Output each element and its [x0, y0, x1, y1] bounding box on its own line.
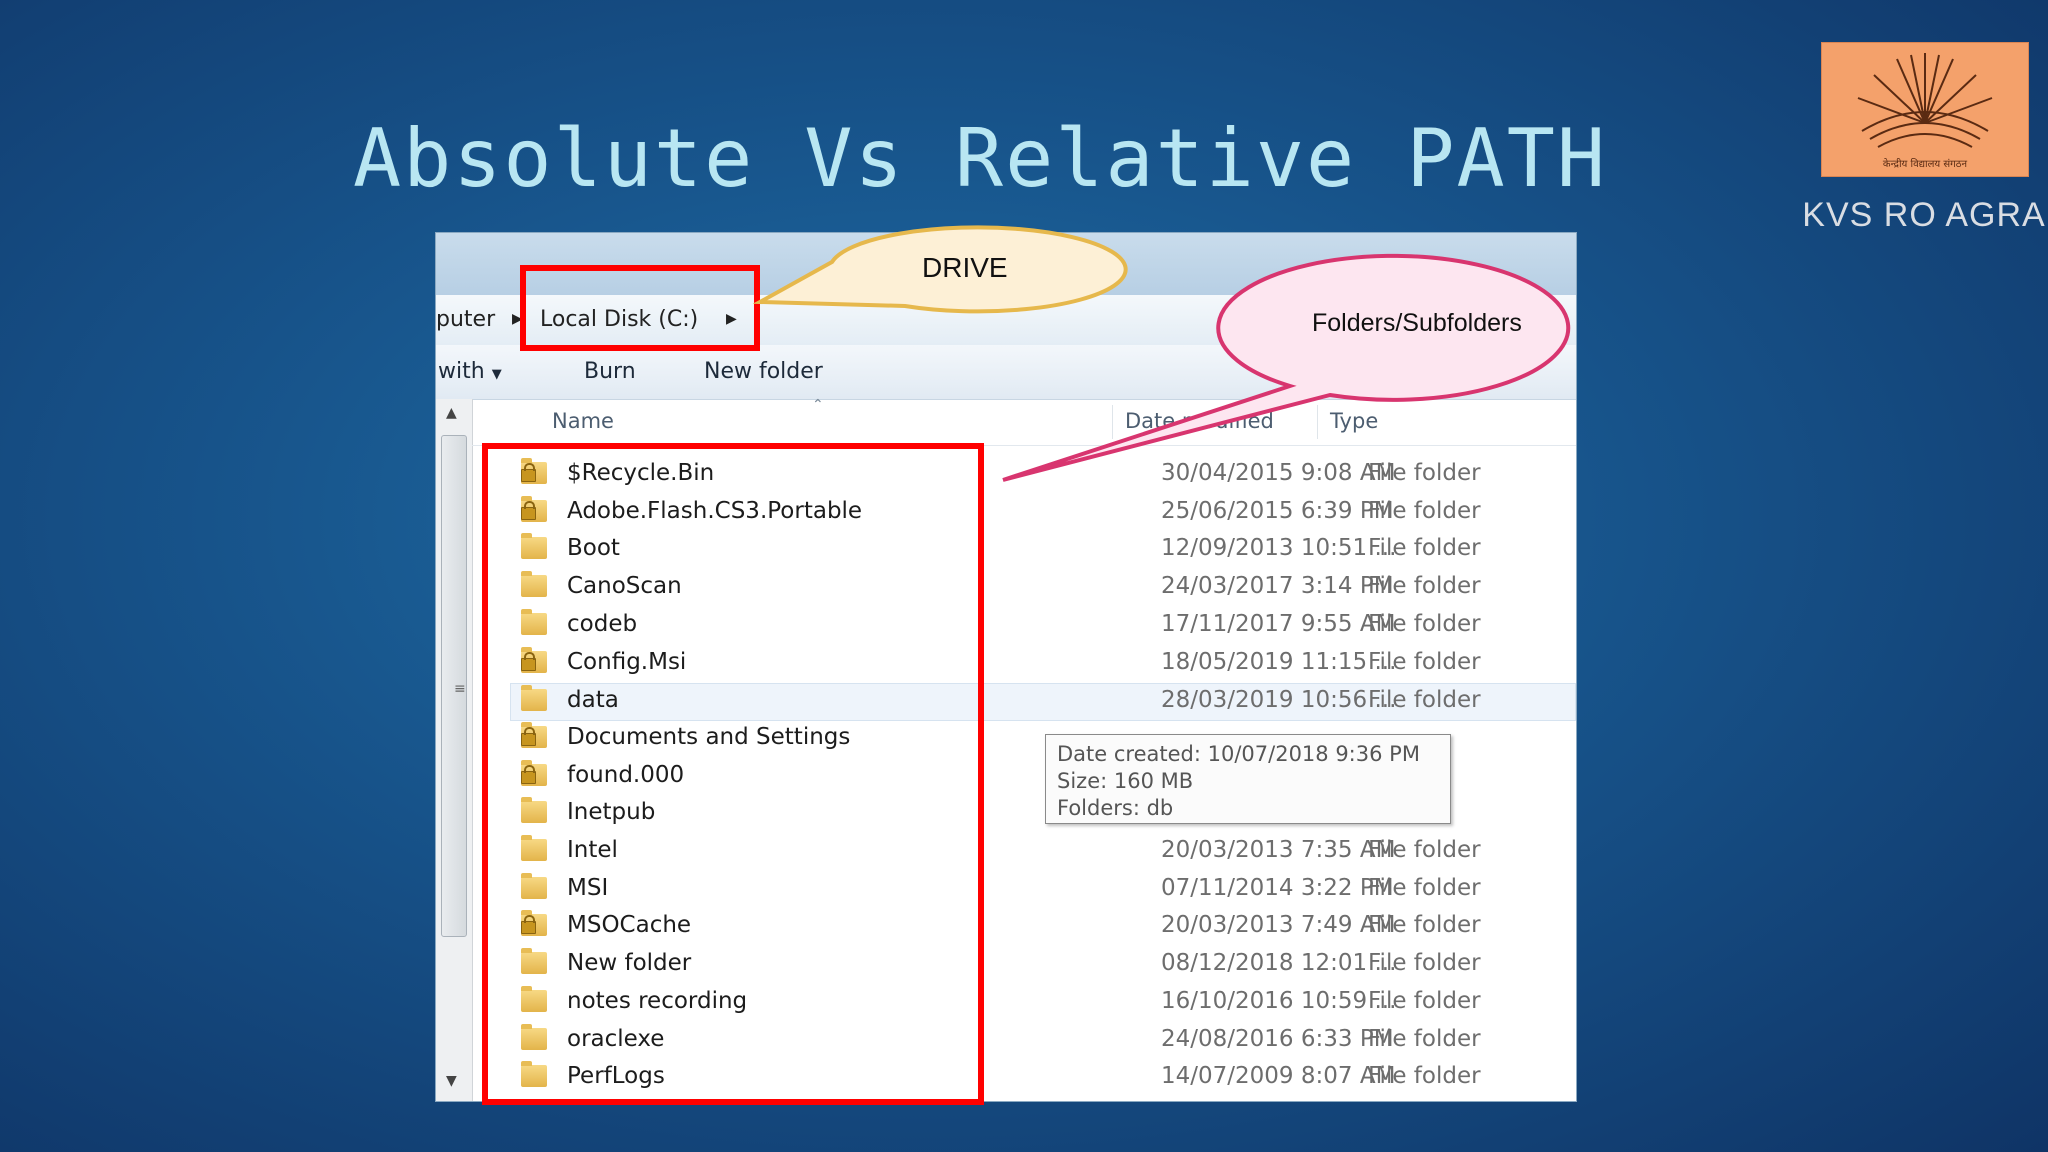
- folders-callout-label: Folders/Subfolders: [1312, 309, 1522, 337]
- callout-shapes: [752, 225, 1571, 482]
- drive-callout-label: DRIVE: [922, 252, 1008, 283]
